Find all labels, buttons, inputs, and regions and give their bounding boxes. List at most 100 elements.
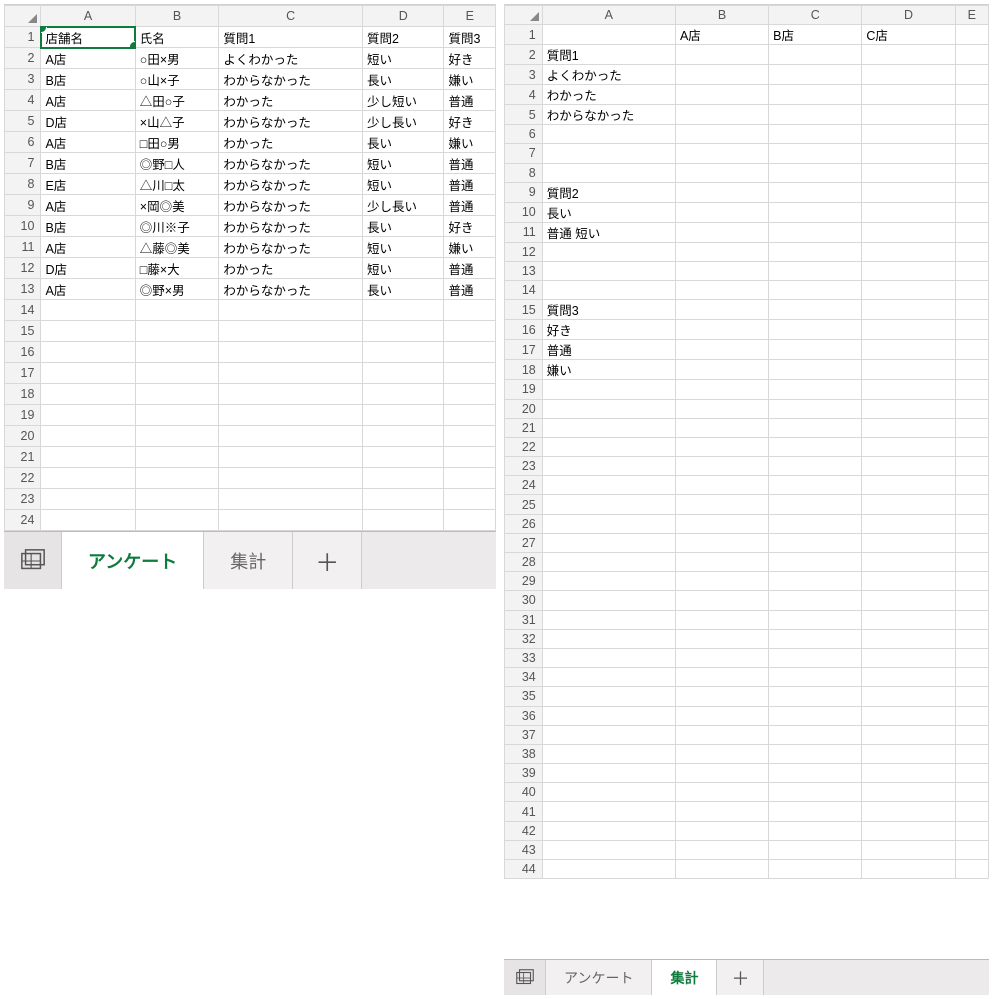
cell[interactable] — [862, 45, 955, 65]
cell[interactable]: わかった — [219, 258, 363, 279]
table-row[interactable]: 27 — [505, 533, 989, 552]
table-row[interactable]: 2A店○田×男よくわかった短い好き — [5, 48, 496, 69]
cell[interactable] — [444, 426, 496, 447]
cell[interactable]: わからなかった — [542, 105, 675, 125]
cell[interactable] — [542, 840, 675, 859]
tab-survey[interactable]: アンケート — [546, 960, 652, 995]
cell[interactable]: B店 — [41, 69, 135, 90]
cell[interactable] — [769, 380, 862, 399]
cell[interactable] — [769, 399, 862, 418]
cell[interactable] — [675, 687, 768, 706]
row-header[interactable]: 17 — [505, 340, 543, 360]
cell[interactable]: よくわかった — [219, 48, 363, 69]
cell[interactable]: 嫌い — [444, 132, 496, 153]
cell[interactable]: 少し長い — [363, 111, 444, 132]
row-header[interactable]: 6 — [505, 125, 543, 144]
cell[interactable] — [41, 510, 135, 531]
cell[interactable] — [769, 764, 862, 783]
cell[interactable]: □藤×大 — [135, 258, 219, 279]
cell[interactable] — [675, 380, 768, 399]
table-row[interactable]: 38 — [505, 744, 989, 763]
cell[interactable] — [862, 840, 955, 859]
cell[interactable] — [135, 363, 219, 384]
cell[interactable]: 氏名 — [135, 27, 219, 48]
col-header-D[interactable]: D — [862, 6, 955, 25]
row-header[interactable]: 1 — [5, 27, 41, 48]
table-row[interactable]: 14 — [505, 281, 989, 300]
row-header[interactable]: 15 — [5, 321, 41, 342]
cell[interactable] — [862, 821, 955, 840]
cell[interactable] — [444, 321, 496, 342]
cell[interactable]: E店 — [41, 174, 135, 195]
cell[interactable]: わからなかった — [219, 279, 363, 300]
row-header[interactable]: 25 — [505, 495, 543, 514]
add-sheet-button[interactable]: ＋ — [293, 532, 362, 589]
cell[interactable] — [542, 495, 675, 514]
row-header[interactable]: 24 — [5, 510, 41, 531]
cell[interactable] — [862, 202, 955, 222]
row-header[interactable]: 30 — [505, 591, 543, 610]
cell[interactable]: 嫌い — [444, 69, 496, 90]
cell[interactable] — [955, 629, 988, 648]
row-header[interactable]: 39 — [505, 764, 543, 783]
cell[interactable] — [862, 860, 955, 879]
cell[interactable]: 長い — [542, 202, 675, 222]
row-header[interactable]: 12 — [5, 258, 41, 279]
cell[interactable] — [862, 495, 955, 514]
cell[interactable]: □田○男 — [135, 132, 219, 153]
row-header[interactable]: 3 — [5, 69, 41, 90]
cell[interactable]: 店舗名 — [41, 27, 135, 48]
cell[interactable] — [862, 65, 955, 85]
cell[interactable]: 普通 — [444, 153, 496, 174]
cell[interactable] — [862, 725, 955, 744]
cell[interactable] — [542, 668, 675, 687]
table-row[interactable]: 22 — [505, 437, 989, 456]
cell[interactable] — [675, 610, 768, 629]
cell[interactable] — [769, 629, 862, 648]
row-header[interactable]: 20 — [505, 399, 543, 418]
cell[interactable] — [769, 320, 862, 340]
cell[interactable] — [542, 860, 675, 879]
cell[interactable] — [769, 45, 862, 65]
cell[interactable] — [363, 342, 444, 363]
table-row[interactable]: 19 — [5, 405, 496, 426]
table-row[interactable]: 16 — [5, 342, 496, 363]
tab-summary[interactable]: 集計 — [652, 960, 717, 995]
cell[interactable] — [862, 222, 955, 242]
row-header[interactable]: 41 — [505, 802, 543, 821]
cell[interactable] — [769, 105, 862, 125]
cell[interactable]: わかった — [542, 85, 675, 105]
table-row[interactable]: 10B店◎川※子わからなかった長い好き — [5, 216, 496, 237]
cell[interactable] — [675, 840, 768, 859]
table-row[interactable]: 9質問2 — [505, 182, 989, 202]
cell[interactable] — [675, 802, 768, 821]
cell[interactable]: 長い — [363, 132, 444, 153]
row-header[interactable]: 24 — [505, 476, 543, 495]
cell[interactable] — [675, 261, 768, 280]
cell[interactable] — [542, 553, 675, 572]
table-row[interactable]: 3よくわかった — [505, 65, 989, 85]
cell[interactable]: 質問3 — [542, 300, 675, 320]
table-row[interactable]: 15 — [5, 321, 496, 342]
cell[interactable] — [955, 125, 988, 144]
cell[interactable] — [675, 125, 768, 144]
cell[interactable]: 短い — [363, 153, 444, 174]
table-row[interactable]: 17 — [5, 363, 496, 384]
table-row[interactable]: 30 — [505, 591, 989, 610]
row-header[interactable]: 6 — [5, 132, 41, 153]
cell[interactable]: 好き — [444, 111, 496, 132]
cell[interactable] — [675, 202, 768, 222]
cell[interactable]: ×岡◎美 — [135, 195, 219, 216]
cell[interactable] — [41, 342, 135, 363]
cell[interactable]: ○山×子 — [135, 69, 219, 90]
table-row[interactable]: 9A店×岡◎美わからなかった少し長い普通 — [5, 195, 496, 216]
cell[interactable] — [675, 300, 768, 320]
cell[interactable]: D店 — [41, 111, 135, 132]
cell[interactable] — [41, 405, 135, 426]
cell[interactable]: 質問1 — [219, 27, 363, 48]
table-row[interactable]: 11A店△藤◎美わからなかった短い嫌い — [5, 237, 496, 258]
cell[interactable] — [363, 426, 444, 447]
table-row[interactable]: 17普通 — [505, 340, 989, 360]
cell[interactable] — [862, 320, 955, 340]
cell[interactable] — [219, 300, 363, 321]
